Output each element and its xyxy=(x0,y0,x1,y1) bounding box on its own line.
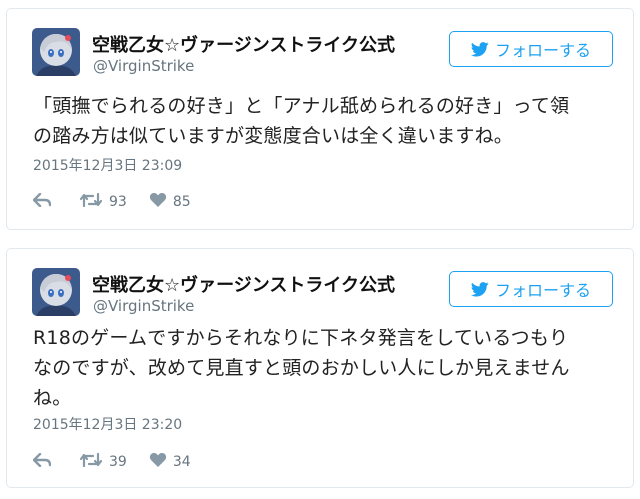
avatar[interactable] xyxy=(32,268,80,316)
tweet-text-line: ね。 xyxy=(33,387,72,409)
reply-icon xyxy=(32,192,52,211)
tweet-text-line: 「頭撫でられるの好き」と「アナル舐められるの好き」って領 xyxy=(33,95,570,117)
twitter-bird-icon xyxy=(470,41,489,57)
like-button[interactable]: 34 xyxy=(149,452,191,472)
retweet-count: 39 xyxy=(109,454,127,470)
tweet-date[interactable]: 2015年12月3日 23:20 xyxy=(33,414,182,434)
twitter-bird-icon xyxy=(470,281,489,297)
account-name[interactable]: 空戦乙女☆ヴァージンストライク公式 xyxy=(92,31,395,57)
reply-button[interactable] xyxy=(32,192,52,211)
retweet-button[interactable]: 39 xyxy=(79,452,127,472)
account-handle[interactable]: @VirginStrike xyxy=(93,57,194,75)
tweet-text: R18のゲームですからそれなりに下ネタ発言をしているつもり なのですが、改めて見… xyxy=(33,323,623,413)
tweet-card: 空戦乙女☆ヴァージンストライク公式 @VirginStrike フォローする 「… xyxy=(6,8,634,230)
heart-icon xyxy=(149,192,167,212)
follow-label: フォローする xyxy=(494,281,591,300)
reply-button[interactable] xyxy=(32,452,52,471)
tweet-card: 空戦乙女☆ヴァージンストライク公式 @VirginStrike フォローする R… xyxy=(6,248,634,488)
retweet-icon xyxy=(79,192,103,212)
tweet-text-line: R18のゲームですからそれなりに下ネタ発言をしているつもり xyxy=(33,327,569,349)
account-handle[interactable]: @VirginStrike xyxy=(93,297,194,315)
follow-button[interactable]: フォローする xyxy=(449,31,613,67)
tweet-date[interactable]: 2015年12月3日 23:09 xyxy=(33,155,182,175)
retweet-button[interactable]: 93 xyxy=(79,192,127,212)
account-name[interactable]: 空戦乙女☆ヴァージンストライク公式 xyxy=(92,271,395,297)
like-button[interactable]: 85 xyxy=(149,192,191,212)
follow-button[interactable]: フォローする xyxy=(449,271,613,307)
follow-label: フォローする xyxy=(494,41,591,60)
retweet-icon xyxy=(79,452,103,472)
reply-icon xyxy=(32,452,52,471)
retweet-count: 93 xyxy=(109,194,127,210)
avatar[interactable] xyxy=(32,28,80,76)
tweet-text: 「頭撫でられるの好き」と「アナル舐められるの好き」って領 の踏み方は似ていますが… xyxy=(33,91,623,151)
like-count: 34 xyxy=(172,454,191,470)
tweet-text-line: なのですが、改めて見直すと頭のおかしい人にしか見えません xyxy=(33,357,570,379)
tweet-actions: 39 34 xyxy=(32,452,191,472)
tweet-text-line: の踏み方は似ていますが変態度合いは全く違いますね。 xyxy=(33,125,514,147)
like-count: 85 xyxy=(172,194,191,210)
heart-icon xyxy=(149,452,167,472)
tweet-actions: 93 85 xyxy=(32,192,191,212)
